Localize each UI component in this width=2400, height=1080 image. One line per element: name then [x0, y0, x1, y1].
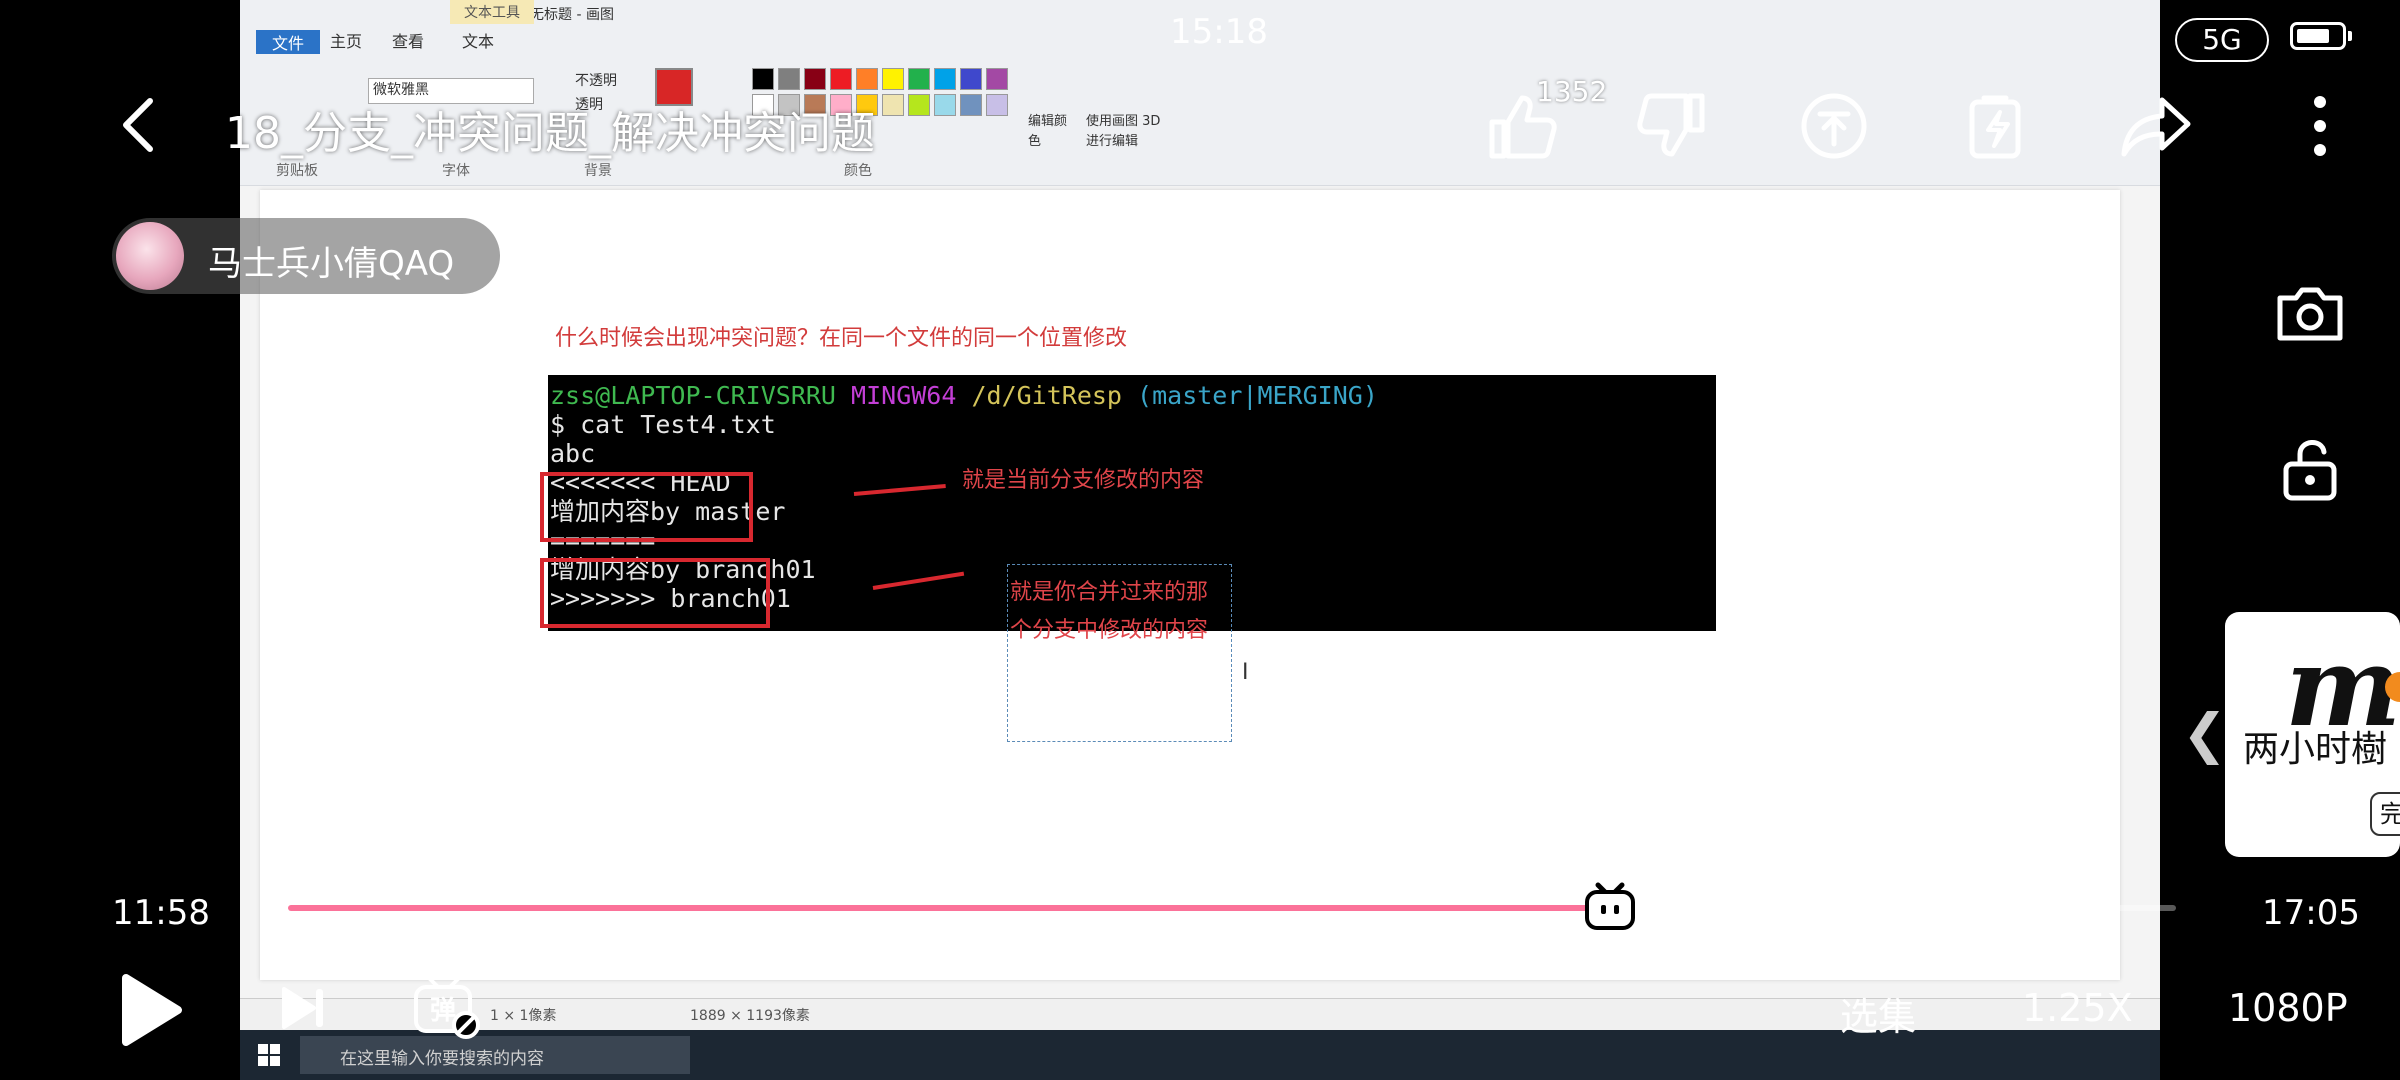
head-highlight-box: [540, 472, 753, 542]
ribbon-group-clipboard: 剪贴板: [276, 163, 318, 179]
progress-thumb-tv-icon[interactable]: [1584, 881, 1636, 931]
ribbon-tab-home: 主页: [330, 32, 363, 51]
ad-card[interactable]: m 两小时樹 完: [2225, 612, 2400, 857]
episodes-button[interactable]: 选集: [1840, 986, 1916, 1041]
question-text: 什么时候会出现冲突问题？在同一个文件的同一个位置修改: [555, 326, 1128, 351]
current-time: 11:58: [112, 893, 210, 933]
prompt-path: /d/GitResp: [971, 381, 1122, 410]
avatar[interactable]: [116, 222, 184, 290]
palette-swatch: [882, 68, 904, 90]
like-count: 1352: [1536, 75, 1608, 108]
video-title: 18_分支_冲突问题_解决冲突问题: [225, 108, 875, 159]
palette-swatch: [804, 68, 826, 90]
ad-collapse-chevron-icon[interactable]: ❮: [2182, 702, 2227, 765]
terminal-line: $ cat Test4.txt: [550, 410, 776, 439]
prompt-branch: (master|MERGING): [1137, 381, 1378, 410]
video-frame[interactable]: 无标题 - 画图 文本工具 文件 主页 查看 文本 微软雅黑 不透明 透明 编辑…: [240, 0, 2160, 1080]
palette-swatch: [960, 68, 982, 90]
branch-highlight-box: [540, 558, 770, 628]
back-arrow-icon[interactable]: [118, 95, 158, 155]
annotation-current-branch: 就是当前分支修改的内容: [962, 468, 1205, 493]
palette-swatch: [778, 68, 800, 90]
ribbon-tab-view: 查看: [392, 32, 425, 51]
network-indicator: 5G: [2175, 18, 2269, 62]
paint-canvas: 什么时候会出现冲突问题？在同一个文件的同一个位置修改 zss@LAPTOP-CR…: [260, 190, 2120, 980]
ribbon-group-font: 字体: [442, 163, 470, 179]
paint3d-label: 使用画图 3D 进行编辑: [1086, 114, 1161, 149]
favorite-icon[interactable]: [1958, 88, 2034, 164]
taskbar-search-box: 在这里输入你要搜索的内容: [300, 1036, 690, 1074]
palette-swatch: [908, 68, 930, 90]
ribbon-tab-text: 文本: [462, 32, 495, 51]
speed-button[interactable]: 1.25X: [2022, 986, 2133, 1030]
play-icon[interactable]: [116, 970, 186, 1050]
dislike-icon[interactable]: [1634, 88, 1710, 164]
ad-text: 两小时樹: [2243, 729, 2388, 770]
next-episode-icon[interactable]: [278, 983, 328, 1033]
duration: 17:05: [2262, 893, 2360, 933]
ribbon-group-background: 背景: [584, 163, 612, 179]
coin-icon[interactable]: [1796, 88, 1872, 164]
palette-swatch: [934, 94, 956, 116]
context-tab: 文本工具: [450, 0, 534, 24]
window-title: 无标题 - 画图: [530, 7, 614, 23]
camera-icon[interactable]: [2270, 274, 2350, 354]
palette-swatch: [856, 68, 878, 90]
ribbon-tab-file: 文件: [256, 30, 321, 54]
quality-button[interactable]: 1080P: [2228, 986, 2348, 1030]
unlock-icon[interactable]: [2270, 428, 2350, 508]
progress-played: [288, 905, 1610, 911]
palette-swatch: [934, 68, 956, 90]
palette-swatch: [752, 68, 774, 90]
author-chip[interactable]: 马士兵小倩QAQ: [112, 218, 500, 294]
ad-button[interactable]: 完: [2370, 792, 2400, 836]
prompt-env: MINGW64: [851, 381, 957, 410]
palette-swatch: [908, 94, 930, 116]
palette-swatch: [986, 68, 1008, 90]
terminal-prompt: zss@LAPTOP-CRIVSRRU MINGW64 /d/GitResp (…: [550, 381, 1716, 410]
palette-swatch: [882, 94, 904, 116]
status-selection-size: 1 × 1像素: [490, 1008, 557, 1024]
progress-bar[interactable]: [288, 905, 2176, 911]
status-clock: 15:18: [1170, 12, 1268, 52]
more-icon[interactable]: [2282, 88, 2358, 164]
prompt-user: zss@LAPTOP-CRIVSRRU: [550, 381, 836, 410]
opacity-opaque: 不透明: [575, 73, 617, 89]
taskbar-search-text: 在这里输入你要搜索的内容: [340, 1049, 544, 1069]
author-name[interactable]: 马士兵小倩QAQ: [208, 236, 454, 285]
battery-icon: [2290, 22, 2352, 50]
palette-swatch: [830, 68, 852, 90]
status-canvas-size: 1889 × 1193像素: [690, 1008, 810, 1024]
text-cursor-icon: I: [1242, 660, 1249, 685]
palette-swatch: [986, 94, 1008, 116]
share-icon[interactable]: [2118, 88, 2194, 164]
windows-start-icon: [258, 1044, 280, 1066]
svg-text:弹: 弹: [430, 996, 456, 1026]
edit-colors-label: 编辑颜色: [1028, 114, 1068, 149]
text-box-selection: [1007, 564, 1232, 742]
danmaku-toggle-icon[interactable]: 弹: [412, 975, 484, 1041]
ribbon-group-colors: 颜色: [844, 163, 872, 179]
palette-swatch: [960, 94, 982, 116]
